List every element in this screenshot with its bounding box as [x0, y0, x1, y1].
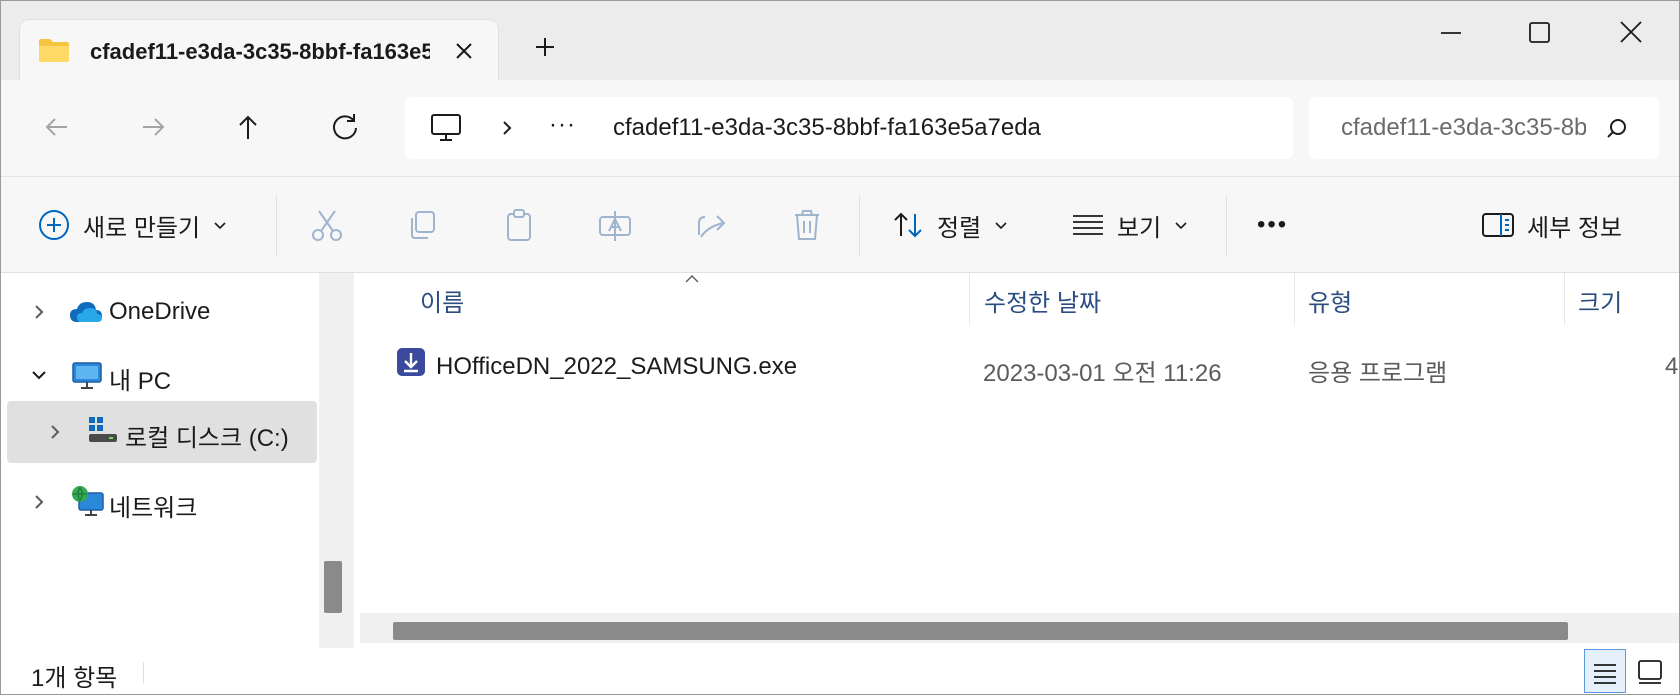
item-count: 1개 항목: [31, 665, 118, 692]
plus-circle-icon: [39, 210, 69, 240]
column-divider[interactable]: [1564, 273, 1565, 325]
refresh-icon[interactable]: [325, 107, 365, 147]
plus-icon[interactable]: [529, 31, 561, 63]
navigation-bar: ··· cfadef11-e3da-3c35-8bbf-fa163e5a7eda…: [1, 80, 1679, 177]
details-pane-label: 세부 정보: [1527, 214, 1622, 242]
view-button-label: 보기: [1117, 214, 1162, 242]
sidebar-item-network[interactable]: 네트워크: [7, 471, 317, 533]
arrow-up-icon[interactable]: [228, 107, 268, 147]
sidebar-item-label: 내 PC: [109, 368, 172, 395]
path-overflow[interactable]: ···: [549, 111, 576, 139]
copy-icon[interactable]: [403, 205, 443, 245]
chevron-right-icon[interactable]: [29, 492, 49, 512]
toolbar-separator: [1226, 195, 1227, 257]
paste-icon[interactable]: [499, 205, 539, 245]
file-date: 2023-03-01 오전 11:26: [983, 360, 1222, 387]
cloud-icon: [70, 302, 102, 322]
folder-icon: [39, 39, 69, 62]
column-divider[interactable]: [969, 273, 970, 325]
chevron-down-icon[interactable]: [29, 365, 49, 385]
sidebar-item-label: 로컬 디스크 (C:): [125, 425, 289, 452]
file-list: 이름 수정한 날짜 유형 크기 HOfficeDN_2022_SAMSUNG.e…: [354, 273, 1679, 648]
file-size: 4: [1665, 353, 1679, 380]
details-view-button[interactable]: [1584, 649, 1626, 693]
navigation-pane-scrollbar-thumb[interactable]: [324, 561, 342, 613]
close-icon[interactable]: [1601, 13, 1661, 53]
sidebar-item-onedrive[interactable]: OneDrive: [7, 281, 317, 343]
status-separator: [143, 662, 144, 684]
file-name[interactable]: HOfficeDN_2022_SAMSUNG.exe: [436, 353, 797, 381]
file-explorer-window: cfadef11-e3da-3c35-8bbf-fa163e5a7eda: [0, 0, 1680, 695]
sidebar-item-local-disk[interactable]: 로컬 디스크 (C:): [7, 401, 317, 463]
address-path[interactable]: cfadef11-e3da-3c35-8bbf-fa163e5a7eda: [613, 114, 1041, 142]
more-options-button[interactable]: •••: [1257, 205, 1288, 245]
sidebar-item-label: OneDrive: [109, 298, 211, 325]
new-button-label: 새로 만들기: [83, 214, 201, 242]
tab-title: cfadef11-e3da-3c35-8bbf-fa163e5a7eda: [90, 39, 430, 64]
large-icons-view-button[interactable]: [1629, 649, 1671, 693]
file-type: 응용 프로그램: [1308, 360, 1448, 387]
sidebar-item-my-pc[interactable]: 내 PC: [7, 344, 317, 406]
arrow-left-icon[interactable]: [37, 107, 77, 147]
search-icon[interactable]: [1605, 117, 1629, 141]
close-icon[interactable]: [448, 35, 480, 67]
sort-ascending-icon: [685, 275, 699, 283]
rename-icon[interactable]: [595, 205, 635, 245]
search-input[interactable]: cfadef11-e3da-3c35-8bbf-fa163e5a7eda: [1341, 114, 1586, 142]
monitor-icon: [72, 362, 102, 389]
chevron-down-icon: [214, 222, 226, 230]
sort-button-label: 정렬: [937, 214, 982, 242]
title-bar: cfadef11-e3da-3c35-8bbf-fa163e5a7eda: [1, 1, 1679, 80]
toolbar-separator: [276, 195, 277, 257]
column-header-type[interactable]: 유형: [1308, 283, 1352, 318]
view-list-icon: [1073, 215, 1103, 235]
column-header-size[interactable]: 크기: [1578, 283, 1622, 318]
view-button[interactable]: 보기: [1071, 205, 1191, 245]
chevron-right-icon[interactable]: [29, 302, 49, 322]
toolbar-separator: [859, 195, 860, 257]
table-row[interactable]: HOfficeDN_2022_SAMSUNG.exe 2023-03-01 오전…: [384, 341, 1679, 389]
column-divider[interactable]: [1294, 273, 1295, 325]
address-bar[interactable]: ··· cfadef11-e3da-3c35-8bbf-fa163e5a7eda: [405, 97, 1293, 159]
installer-icon: [397, 348, 425, 376]
sort-icon: [894, 212, 922, 238]
chevron-right-icon[interactable]: [497, 118, 517, 138]
monitor-icon[interactable]: [429, 112, 463, 144]
details-pane-button[interactable]: 세부 정보: [1481, 205, 1622, 245]
status-bar: 1개 항목: [1, 648, 1679, 694]
details-pane-icon: [1482, 213, 1514, 237]
delete-icon[interactable]: [787, 205, 827, 245]
share-icon[interactable]: [691, 205, 731, 245]
network-icon: [72, 486, 104, 516]
tab-active[interactable]: cfadef11-e3da-3c35-8bbf-fa163e5a7eda: [19, 19, 499, 80]
chevron-down-icon: [1175, 222, 1187, 230]
horizontal-scrollbar-thumb[interactable]: [393, 622, 1568, 640]
sort-button[interactable]: 정렬: [891, 205, 1011, 245]
details-view-icon: [1594, 664, 1616, 684]
column-header-date[interactable]: 수정한 날짜: [984, 283, 1101, 318]
more-options-icon: •••: [1257, 211, 1289, 238]
navigation-pane: OneDrive 내 PC 로컬 디스크 (C:) 네트워크: [1, 273, 319, 648]
maximize-icon[interactable]: [1509, 13, 1569, 53]
new-button[interactable]: 새로 만들기: [37, 205, 230, 245]
sidebar-item-label: 네트워크: [109, 495, 198, 522]
tiles-view-icon: [1638, 660, 1662, 684]
chevron-right-icon[interactable]: [45, 422, 65, 442]
search-box[interactable]: cfadef11-e3da-3c35-8bbf-fa163e5a7eda: [1309, 97, 1659, 159]
minimize-icon[interactable]: [1421, 13, 1481, 53]
drive-icon: [89, 417, 117, 442]
command-bar: 새로 만들기 정렬 보기 ••• 세부 정보: [1, 177, 1679, 273]
chevron-down-icon: [995, 222, 1007, 230]
arrow-right-icon[interactable]: [133, 107, 173, 147]
column-header-name[interactable]: 이름: [420, 283, 464, 318]
cut-icon[interactable]: [307, 205, 347, 245]
